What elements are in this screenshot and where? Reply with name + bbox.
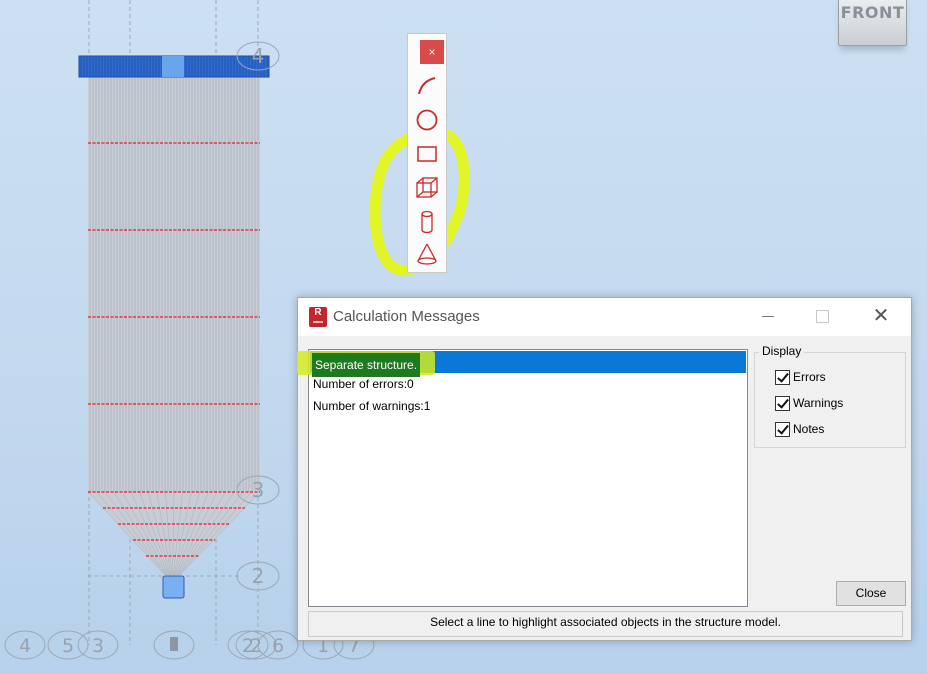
status-bar: Select a line to highlight associated ob… — [308, 611, 903, 637]
dialog-titlebar[interactable]: R Calculation Messages ✕ — [298, 298, 911, 336]
rectangle-icon[interactable] — [414, 140, 440, 168]
grid-label: 3 — [252, 478, 265, 502]
checkbox-checked-icon[interactable] — [775, 370, 790, 386]
grid-label: 4 — [252, 44, 265, 68]
grid-label: 2 — [250, 635, 262, 657]
shape-toolbar: × — [407, 33, 447, 273]
checkbox-checked-icon[interactable] — [775, 396, 790, 412]
calculation-messages-dialog: R Calculation Messages ✕ Separate struct… — [297, 297, 912, 641]
silo-outlet — [162, 575, 185, 599]
warnings-checkbox[interactable]: Warnings — [775, 396, 843, 414]
circle-icon[interactable] — [414, 106, 440, 134]
robot-app-icon: R — [309, 307, 327, 327]
cylinder-icon[interactable] — [414, 208, 440, 236]
errors-label: Errors — [793, 370, 826, 384]
grid-label: 4 — [19, 635, 31, 657]
maximize-icon — [815, 310, 829, 323]
annotation-highlight: Separate structure. — [297, 351, 435, 377]
display-legend: Display — [759, 344, 805, 358]
toolbar-close-button[interactable]: × — [420, 40, 444, 64]
maximize-button[interactable] — [807, 303, 837, 329]
notes-label: Notes — [793, 422, 825, 436]
minimize-icon — [762, 316, 774, 317]
warnings-label: Warnings — [793, 396, 844, 410]
view-cube[interactable]: FRONT — [838, 0, 907, 46]
close-window-button[interactable]: ✕ — [866, 303, 896, 329]
message-row-selected[interactable]: Separate structure. — [297, 351, 746, 377]
errors-checkbox[interactable]: Errors — [775, 370, 826, 388]
messages-list[interactable]: Separate structure. Number of errors:0 N… — [297, 349, 748, 607]
close-icon: ✕ — [872, 305, 890, 327]
minimize-button[interactable] — [753, 303, 783, 329]
message-row[interactable]: Number of warnings:1 — [309, 395, 747, 417]
view-cube-label: FRONT — [840, 3, 905, 22]
grid-label: 5 — [62, 635, 74, 657]
arc-icon[interactable] — [414, 72, 440, 100]
cone-icon[interactable] — [414, 240, 440, 268]
notes-checkbox[interactable]: Notes — [775, 422, 824, 440]
message-text: Separate structure. — [312, 353, 421, 377]
dialog-title: Calculation Messages — [333, 308, 480, 325]
grid-label: 3 — [92, 635, 104, 657]
box-icon[interactable] — [414, 174, 440, 202]
checkbox-checked-icon[interactable] — [775, 422, 790, 438]
close-button[interactable]: Close — [836, 581, 906, 606]
grid-label: 2 — [252, 564, 265, 588]
grid-label: 6 — [272, 635, 284, 657]
